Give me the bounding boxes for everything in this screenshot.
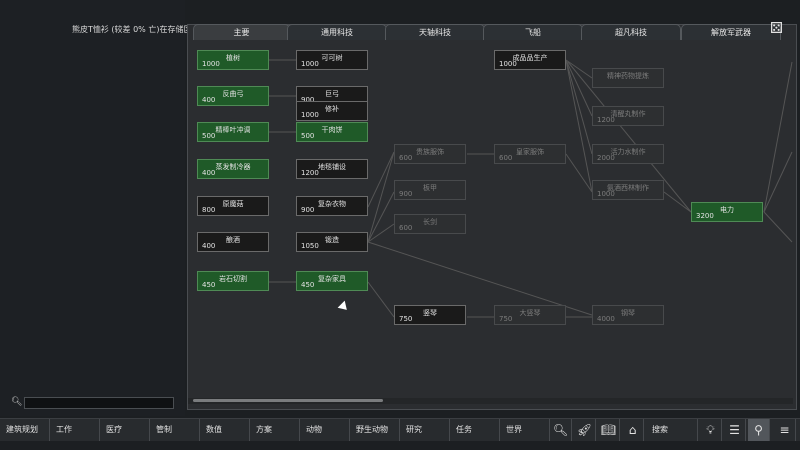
main-tab-bar: 建筑规划 工作 医疗 管制 数值 方案 动物 野生动物 研究 任务 世界 🔍︎ … <box>0 418 800 441</box>
research-node-dashuqin[interactable]: 大竖琴 750 <box>494 305 566 325</box>
research-node-fuza-yiwu[interactable]: 复杂衣物 900 <box>296 196 368 216</box>
node-cost: 900 <box>301 206 315 214</box>
node-cost: 1000 <box>301 111 319 119</box>
research-node-shuzhong[interactable]: 植树 1000 <box>197 50 269 70</box>
research-node-shuqin[interactable]: 竖琴 750 <box>394 305 466 325</box>
node-cost: 500 <box>202 132 216 140</box>
tab-plans[interactable]: 方案 <box>250 419 300 441</box>
broom-icon[interactable]: ⚲ <box>748 419 770 441</box>
node-cost: 2000 <box>597 154 615 162</box>
tab-sky-axis-tech[interactable]: 天轴科技 <box>385 24 485 40</box>
research-node-ganroubing[interactable]: 干肉饼 500 <box>296 122 368 142</box>
node-cost: 800 <box>202 206 216 214</box>
tab-research[interactable]: 研究 <box>400 419 450 441</box>
node-cost: 450 <box>202 281 216 289</box>
dice-icon[interactable]: ⚄ <box>770 19 783 37</box>
tab-world[interactable]: 世界 <box>500 419 550 441</box>
node-cost: 1200 <box>597 116 615 124</box>
research-node-gangqin[interactable]: 钢琴 4000 <box>592 305 664 325</box>
research-node-yanshi[interactable]: 岩石切割 450 <box>197 271 269 291</box>
rocket-icon[interactable]: 🚀︎ <box>574 419 596 441</box>
research-node-kangshengsu[interactable]: 氨酒西林制作 1000 <box>592 180 664 200</box>
node-cost: 400 <box>202 96 216 104</box>
tab-general-tech[interactable]: 通用科技 <box>287 24 387 40</box>
tab-quests[interactable]: 任务 <box>450 419 500 441</box>
menu-icon[interactable]: ≡ <box>774 419 796 441</box>
search-icon[interactable]: 🔍︎ <box>550 419 572 441</box>
tab-stats[interactable]: 数值 <box>200 419 250 441</box>
tab-animals[interactable]: 动物 <box>300 419 350 441</box>
research-node-banjia[interactable]: 板甲 900 <box>394 180 466 200</box>
search-icon: 🔍︎ <box>11 397 23 407</box>
research-tree: 植树 1000 可可树 1000 成品品生产 1000 精神药物提炼 反曲弓 400 巨… <box>188 42 794 398</box>
research-node-fuza-jiaju[interactable]: 复杂家具 450 <box>296 271 368 291</box>
tab-architect[interactable]: 建筑规划 <box>0 419 50 441</box>
node-cost: 600 <box>499 154 513 162</box>
node-name: 精神药物提炼 <box>607 72 649 80</box>
lightbulb-icon[interactable]: 💡︎ <box>700 419 722 441</box>
node-cost: 450 <box>301 281 315 289</box>
node-cost: 1000 <box>597 190 615 198</box>
research-node-changjian[interactable]: 长剑 600 <box>394 214 466 234</box>
tab-main[interactable]: 主要 <box>193 24 290 40</box>
book-icon[interactable]: 📖︎ <box>598 419 620 441</box>
tab-search[interactable]: 搜索 <box>646 419 698 441</box>
research-node-huangjia[interactable]: 皇家服饰 600 <box>494 144 566 164</box>
node-cost: 1200 <box>301 169 319 177</box>
left-panel <box>0 0 185 416</box>
tab-pla-weapons[interactable]: 解放军武器 <box>681 24 781 40</box>
search-box: 🔍︎ <box>8 397 174 409</box>
node-cost: 750 <box>499 315 513 323</box>
research-node-fanqugong[interactable]: 反曲弓 400 <box>197 86 269 106</box>
node-cost: 400 <box>202 169 216 177</box>
research-node-jingbangye[interactable]: 精棒叶冲调 500 <box>197 122 269 142</box>
node-cost: 750 <box>399 315 413 323</box>
research-node-zhengfa[interactable]: 蒸发制冷器 400 <box>197 159 269 179</box>
scrollbar-thumb[interactable] <box>193 399 383 402</box>
research-node-duanzao[interactable]: 锻造 1050 <box>296 232 368 252</box>
search-input[interactable] <box>24 397 174 409</box>
factory-icon[interactable]: ⌂ <box>622 419 644 441</box>
research-node-qingxue[interactable]: 清醒丸制作 1200 <box>592 106 664 126</box>
node-cost: 1000 <box>301 60 319 68</box>
tab-health[interactable]: 医疗 <box>100 419 150 441</box>
tab-transcendent-tech[interactable]: 超凡科技 <box>581 24 681 40</box>
research-node-dianli[interactable]: 电力 3200 <box>691 202 763 222</box>
research-tabs: 主要 通用科技 天轴科技 飞船 超凡科技 解放军武器 <box>187 24 797 41</box>
node-cost: 4000 <box>597 315 615 323</box>
tab-work[interactable]: 工作 <box>50 419 100 441</box>
node-cost: 400 <box>202 242 216 250</box>
tab-spaceship[interactable]: 飞船 <box>483 24 583 40</box>
research-node-yuanmo[interactable]: 原魔菇 800 <box>197 196 269 216</box>
node-cost: 1050 <box>301 242 319 250</box>
research-node-xiubu[interactable]: 修补 1000 <box>296 101 368 121</box>
node-cost: 1000 <box>202 60 220 68</box>
node-cost: 500 <box>301 132 315 140</box>
node-cost: 1000 <box>499 60 517 68</box>
research-node-dilan[interactable]: 地毯铺设 1200 <box>296 159 368 179</box>
node-cost: 600 <box>399 224 413 232</box>
node-cost: 3200 <box>696 212 714 220</box>
research-node-huolishui[interactable]: 活力水制作 2000 <box>592 144 664 164</box>
node-cost: 600 <box>399 154 413 162</box>
research-node-niangjiu[interactable]: 酿酒 400 <box>197 232 269 252</box>
node-cost: 900 <box>399 190 413 198</box>
research-node-jingshen[interactable]: 精神药物提炼 <box>592 68 664 88</box>
tab-wildlife[interactable]: 野生动物 <box>350 419 400 441</box>
research-node-guizu[interactable]: 贵族服饰 600 <box>394 144 466 164</box>
research-node-chengpin[interactable]: 成品品生产 1000 <box>494 50 566 70</box>
schedule-icon[interactable]: ☰ <box>724 419 746 441</box>
research-node-kekeshu[interactable]: 可可树 1000 <box>296 50 368 70</box>
tab-restrict[interactable]: 管制 <box>150 419 200 441</box>
